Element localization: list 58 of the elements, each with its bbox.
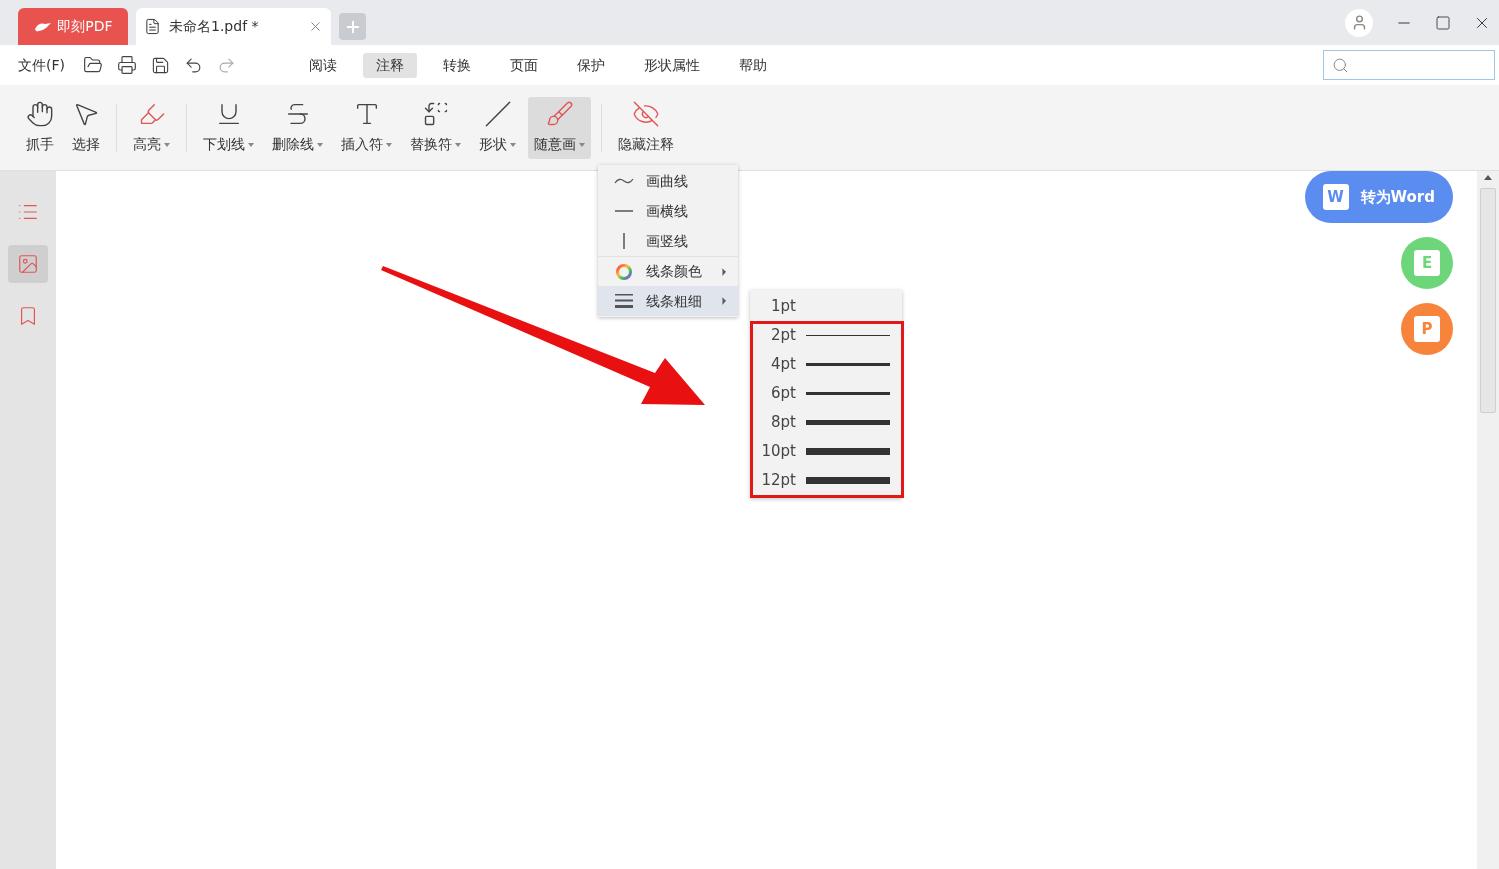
tool-button[interactable]: 下划线: [197, 96, 260, 159]
line-width-option[interactable]: 4pt: [750, 350, 902, 379]
menu-item[interactable]: 画横线: [598, 196, 738, 226]
scrollbar[interactable]: [1477, 171, 1499, 869]
line-width-option[interactable]: 2pt: [750, 321, 902, 350]
hide-icon: [632, 100, 660, 128]
document-tab[interactable]: 未命名1.pdf *: [136, 8, 331, 45]
menu-tab[interactable]: 注释: [363, 52, 417, 78]
line-width-icon: [615, 294, 633, 308]
line-width-option[interactable]: 1pt: [750, 292, 902, 321]
file-icon: P: [1414, 316, 1440, 342]
search-field[interactable]: [1323, 50, 1495, 80]
menu-tab[interactable]: 阅读: [296, 52, 350, 78]
line-width-option[interactable]: 12pt: [750, 466, 902, 495]
line-width-option[interactable]: 6pt: [750, 379, 902, 408]
hand-icon: [26, 100, 54, 128]
vertical-line-icon: [622, 233, 626, 249]
new-tab-button[interactable]: [339, 13, 366, 40]
color-ring-icon: [615, 262, 633, 281]
document-title: 未命名1.pdf *: [169, 17, 260, 36]
menu-tab[interactable]: 帮助: [726, 52, 780, 78]
tool-button[interactable]: 删除线: [266, 96, 329, 159]
menu-item[interactable]: 画竖线: [598, 226, 738, 256]
menu-item[interactable]: 线条粗细: [598, 286, 738, 316]
avatar-icon[interactable]: [1345, 8, 1373, 37]
file-menu[interactable]: 文件(F): [18, 54, 65, 76]
file-icon: W: [1322, 184, 1349, 210]
app-tab[interactable]: 即刻PDF: [18, 8, 128, 45]
horizontal-line-icon: [615, 209, 633, 213]
file-icon: E: [1414, 250, 1440, 276]
tool-button[interactable]: 高亮: [127, 96, 176, 159]
menu-tab[interactable]: 页面: [497, 52, 551, 78]
document-icon: [144, 18, 161, 35]
curve-icon: [614, 176, 634, 186]
tool-button[interactable]: 替换符: [404, 96, 467, 159]
print-icon[interactable]: [117, 55, 137, 75]
open-folder-icon[interactable]: [83, 55, 103, 75]
menu-tab[interactable]: 保护: [564, 52, 618, 78]
menu-tab[interactable]: 转换: [430, 52, 484, 78]
close-tab-icon[interactable]: [308, 19, 323, 34]
sidebar-button[interactable]: [8, 245, 48, 283]
line-width-option[interactable]: 10pt: [750, 437, 902, 466]
menu-item[interactable]: 画曲线: [598, 166, 738, 196]
freehand-icon: [545, 100, 574, 128]
menu-tab[interactable]: 形状属性: [631, 52, 713, 78]
line-width-option[interactable]: 8pt: [750, 408, 902, 437]
save-icon[interactable]: [151, 55, 170, 75]
tool-button[interactable]: 形状: [473, 96, 522, 159]
tool-button[interactable]: 插入符: [335, 96, 398, 159]
maximize-icon[interactable]: [1435, 14, 1451, 31]
app-name: 即刻PDF: [57, 17, 113, 36]
search-icon: [1332, 56, 1349, 74]
tool-button[interactable]: 选择: [66, 96, 106, 159]
tool-button[interactable]: 抓手: [20, 96, 60, 159]
shape-icon: [483, 100, 512, 128]
tool-button[interactable]: 随意画: [528, 96, 591, 159]
thumbnails-icon: [17, 253, 39, 275]
tool-button[interactable]: 隐藏注释: [612, 96, 680, 159]
